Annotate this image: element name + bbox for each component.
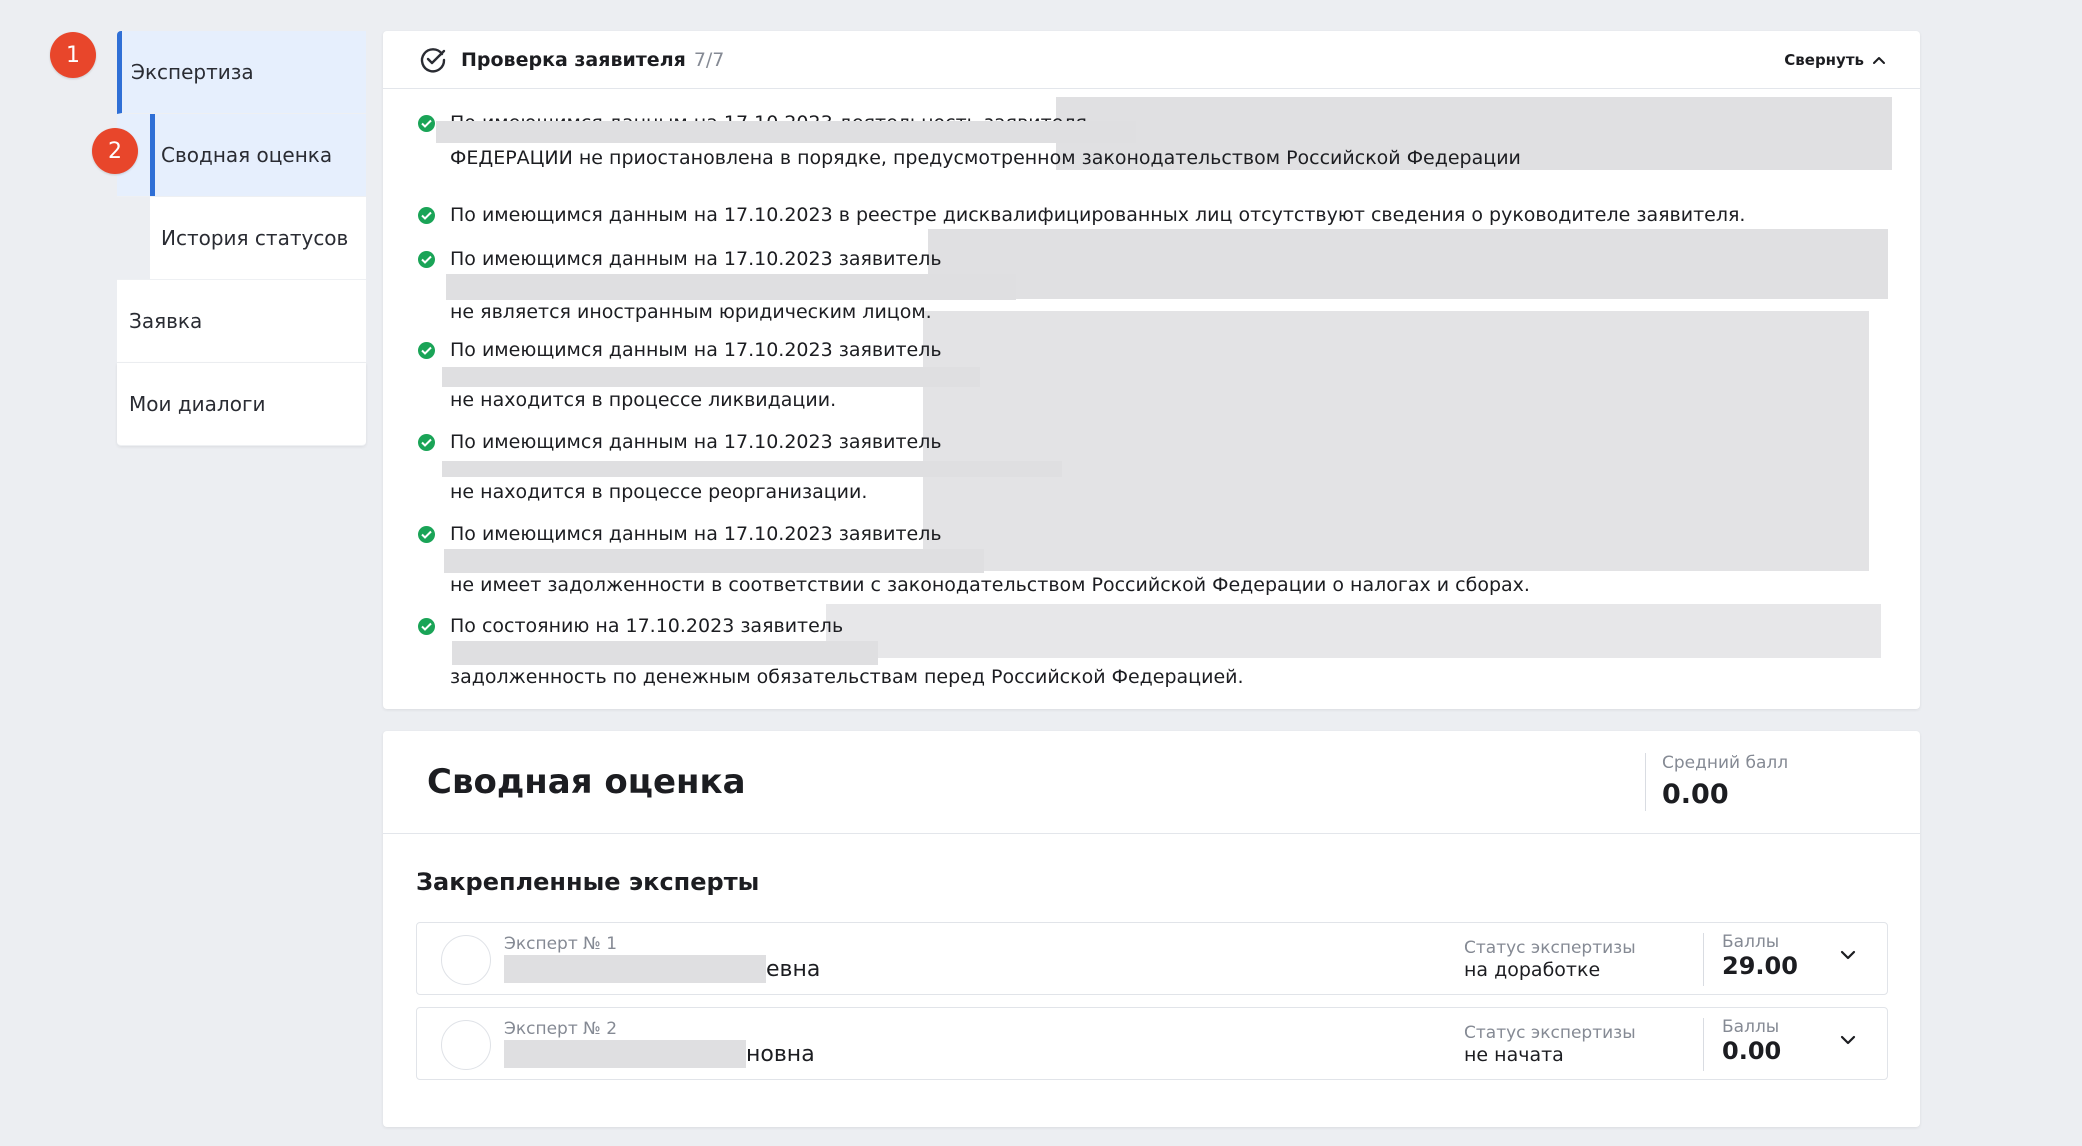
expert-row[interactable]: Эксперт № 1 евна Статус экспертизы на до… (416, 922, 1888, 995)
collapse-button[interactable]: Свернуть (1784, 51, 1886, 69)
score-value: 29.00 (1722, 952, 1798, 980)
redacted-text (442, 367, 980, 387)
check-circle-icon (418, 434, 435, 451)
expert-name-suffix: новна (746, 1041, 815, 1067)
sidebar-item-my-dialogs[interactable]: Мои диалоги (117, 363, 366, 446)
step-badge: 2 (92, 128, 138, 174)
check-item: По имеющимся данным на 17.10.2023 деятел… (418, 111, 1892, 203)
expertise-status-label: Статус экспертизы (1464, 1023, 1636, 1043)
applicant-check-header: Проверка заявителя 7/7 Свернуть (383, 31, 1920, 89)
check-circle-icon (418, 251, 435, 268)
chevron-down-icon[interactable] (1840, 1034, 1856, 1046)
check-item: По имеющимся данным на 17.10.2023 заявит… (418, 247, 1892, 338)
expert-name-suffix: евна (766, 956, 821, 982)
expertise-status-value: на доработке (1464, 959, 1601, 981)
check-text: По имеющимся данным на 17.10.2023 в реес… (450, 204, 1746, 226)
redacted-text (442, 460, 1062, 477)
expert-number: Эксперт № 1 (504, 934, 618, 954)
sidebar-item-status-history[interactable]: История статусов (117, 197, 366, 280)
step-badge: 1 (50, 32, 96, 78)
check-text: По состоянию на 17.10.2023 заявитель (450, 615, 844, 637)
check-item: По имеющимся данным на 17.10.2023 в реес… (418, 203, 1892, 247)
redacted-text (504, 955, 766, 983)
check-item: По имеющимся данным на 17.10.2023 заявит… (418, 522, 1892, 614)
check-text: По имеющимся данным на 17.10.2023 заявит… (450, 339, 942, 361)
check-item: По имеющимся данным на 17.10.2023 заявит… (418, 430, 1892, 522)
collapse-label: Свернуть (1784, 50, 1864, 69)
check-text: не является иностранным юридическим лицо… (450, 301, 932, 323)
redacted-text (452, 641, 878, 665)
check-circle-icon (418, 342, 435, 359)
sidebar-item-application[interactable]: Заявка (117, 280, 366, 363)
summary-title: Сводная оценка (427, 762, 746, 802)
redacted-text (504, 1040, 746, 1068)
check-item: По имеющимся данным на 17.10.2023 заявит… (418, 338, 1892, 430)
check-text: По имеющимся данным на 17.10.2023 заявит… (450, 431, 942, 453)
check-list: По имеющимся данным на 17.10.2023 деятел… (383, 89, 1920, 706)
sidebar-item-label: Заявка (129, 309, 203, 333)
score-label: Баллы (1722, 1017, 1780, 1037)
sidebar-item-summary[interactable]: Сводная оценка (117, 114, 366, 197)
expertise-status-label: Статус экспертизы (1464, 938, 1636, 958)
check-circle-icon (418, 207, 435, 224)
applicant-check-count: 7/7 (693, 48, 725, 71)
average-score: Средний балл 0.00 (1645, 753, 1850, 811)
check-text: По имеющимся данным на 17.10.2023 заявит… (450, 523, 942, 545)
summary-header: Сводная оценка Средний балл 0.00 (383, 731, 1920, 834)
expert-name: евна (504, 955, 820, 983)
expert-name: новна (504, 1040, 815, 1068)
check-circle-icon (418, 618, 435, 635)
chevron-down-icon[interactable] (1840, 949, 1856, 961)
check-text: По имеющимся данным на 17.10.2023 заявит… (450, 248, 942, 270)
sidebar: Экспертиза Сводная оценка История статус… (117, 31, 366, 446)
expert-number: Эксперт № 2 (504, 1019, 618, 1039)
check-text: не находится в процессе ликвидации. (450, 389, 837, 411)
sidebar-item-label: Экспертиза (131, 60, 254, 84)
sidebar-item-expertise[interactable]: Экспертиза (117, 31, 366, 114)
check-circle-icon (418, 526, 435, 543)
check-item: По состоянию на 17.10.2023 заявитель зад… (418, 614, 1892, 706)
score-value: 0.00 (1722, 1037, 1782, 1065)
sidebar-item-label: История статусов (161, 226, 349, 250)
redacted-text (446, 274, 1016, 300)
average-score-label: Средний балл (1662, 753, 1789, 773)
check-text: не имеет задолженности в соответствии с … (450, 574, 1530, 596)
check-circle-icon (418, 115, 435, 132)
applicant-check-card: Проверка заявителя 7/7 Свернуть По имеющ… (383, 31, 1920, 709)
check-text: не находится в процессе реорганизации. (450, 481, 868, 503)
avatar (441, 1020, 491, 1070)
avatar (441, 935, 491, 985)
average-score-value: 0.00 (1662, 779, 1729, 810)
summary-card: Сводная оценка Средний балл 0.00 Закрепл… (383, 731, 1920, 1127)
check-text: ФЕДЕРАЦИИ не приостановлена в порядке, п… (450, 147, 1521, 169)
score-label: Баллы (1722, 932, 1780, 952)
experts-title: Закрепленные эксперты (416, 868, 760, 896)
list-check-icon (420, 47, 446, 72)
divider (1703, 933, 1704, 986)
sidebar-item-label: Мои диалоги (129, 392, 266, 416)
check-text: задолженность по денежным обязательствам… (450, 666, 1244, 688)
sidebar-item-label: Сводная оценка (161, 143, 333, 167)
divider (1703, 1018, 1704, 1071)
redacted-text (436, 121, 1136, 143)
redacted-text (444, 549, 984, 573)
expert-row[interactable]: Эксперт № 2 новна Статус экспертизы не н… (416, 1007, 1888, 1080)
chevron-up-icon (1873, 56, 1885, 64)
expertise-status-value: не начата (1464, 1044, 1564, 1066)
applicant-check-title: Проверка заявителя (461, 48, 686, 71)
